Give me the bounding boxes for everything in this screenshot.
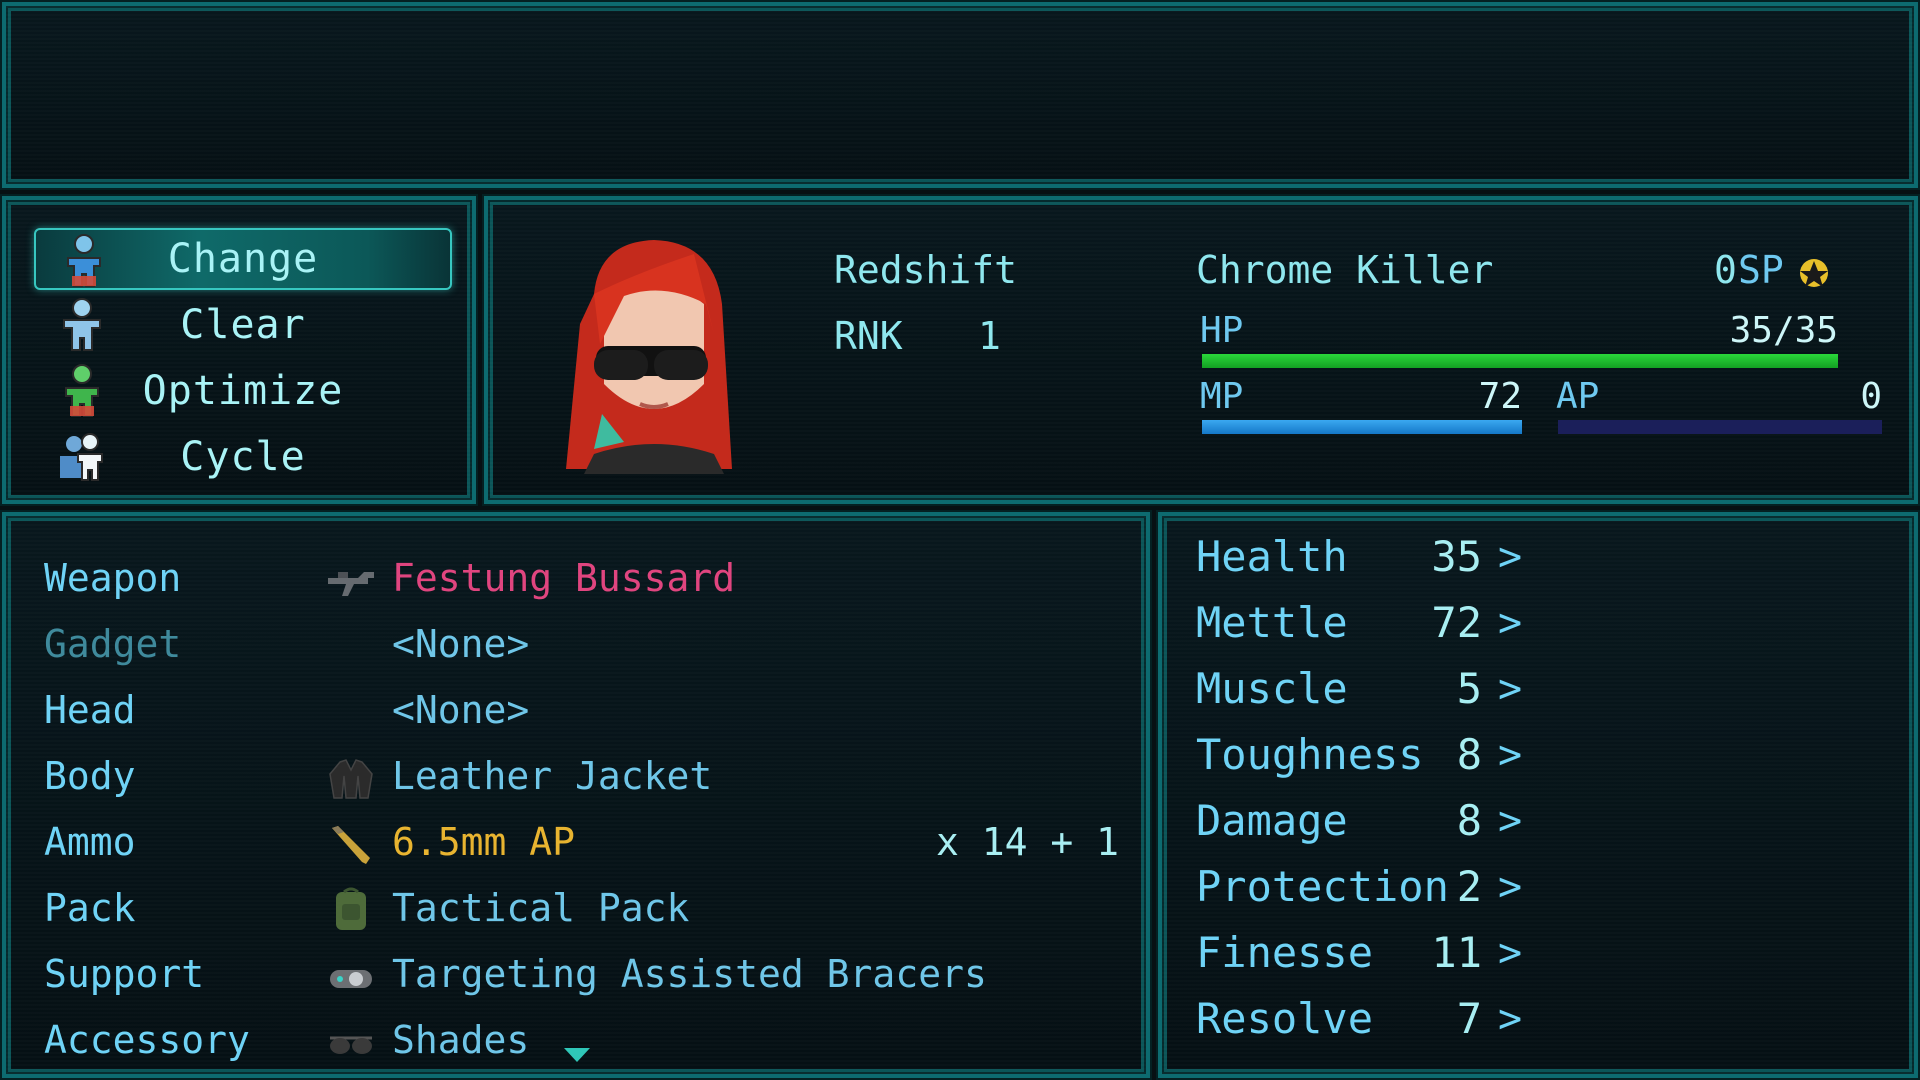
item-name: Targeting Assisted Bracers [392,952,987,996]
actor-portrait [566,240,732,474]
slot-name: Pack [44,886,136,930]
figure-change-icon [67,234,101,287]
item-name: Festung Bussard [392,556,736,600]
item-name: <None> [392,622,530,666]
slot-name: Weapon [44,556,182,600]
parameter-arrow: > [1498,732,1523,778]
figure-cycle-icon [60,433,103,481]
parameter-name: Health [1196,532,1348,581]
parameter-arrow: > [1498,864,1523,910]
parameter-name: Muscle [1196,664,1348,713]
item-name: 6.5mm AP [392,820,576,864]
ap-gauge [1558,420,1882,434]
mp-gauge-fill [1202,420,1522,434]
parameter-value: 8 [1456,796,1482,845]
sp-label: SP [1738,248,1784,292]
mp-label: MP [1200,376,1244,417]
command-change[interactable]: Change [34,228,452,290]
parameter-value: 8 [1456,730,1482,779]
scroll-down-arrow-icon[interactable] [562,1046,592,1064]
parameter-arrow: > [1498,600,1523,646]
parameter-name: Damage [1196,796,1348,845]
command-clear[interactable]: Clear [34,294,452,356]
slot-name: Body [44,754,136,798]
rifle-icon [328,572,374,596]
equipment-window: Weapon Festung Bussard Gadget <None> Hea… [2,512,1150,1078]
command-cycle[interactable]: Cycle [34,426,452,488]
slot-name: Gadget [44,622,182,666]
slot-name: Head [44,688,136,732]
parameter-name: Resolve [1196,994,1374,1043]
slot-name: Accessory [44,1018,250,1062]
parameter-value: 2 [1456,862,1482,911]
item-name: Leather Jacket [392,754,713,798]
help-window [2,2,1918,188]
parameter-arrow: > [1498,798,1523,844]
parameter-name: Finesse [1196,928,1374,977]
item-name: Shades [392,1018,530,1062]
parameter-value: 35 [1431,532,1482,581]
actor-name: Redshift [834,248,1018,292]
slot-name: Ammo [44,820,136,864]
parameter-value: 11 [1431,928,1482,977]
command-optimize[interactable]: Optimize [34,360,452,422]
item-name: Tactical Pack [392,886,690,930]
parameter-arrow: > [1498,930,1523,976]
jacket-icon [329,759,373,799]
skill-point-icon [1800,259,1828,287]
ap-value: 0 [1860,376,1882,417]
backpack-icon [336,887,366,930]
hp-gauge [1202,354,1838,368]
slot-name: Support [44,952,205,996]
rank-label: RNK [834,314,903,358]
command-label: Cycle [180,434,306,480]
parameter-arrow: > [1498,534,1523,580]
parameter-value: 5 [1456,664,1482,713]
sp-value: 0 [1714,248,1737,292]
parameter-value: 72 [1431,598,1482,647]
parameter-name: Mettle [1196,598,1348,647]
item-name: <None> [392,688,530,732]
parameter-arrow: > [1498,996,1523,1042]
parameter-arrow: > [1498,666,1523,712]
figure-optimize-icon [65,364,99,417]
bracer-icon [330,970,372,988]
mp-gauge [1202,420,1522,434]
hp-gauge-fill [1202,354,1838,368]
figure-clear-icon [63,298,101,351]
command-label: Change [167,236,319,282]
parameters-window: Health 35 > Mettle 72 > Muscle 5 > Toughness 8 > Dam… [1158,512,1918,1078]
command-window: Change Clear Optimize Cycle [2,196,476,504]
command-label: Optimize [142,368,344,414]
hp-label: HP [1200,310,1244,351]
bullet-icon [332,826,370,864]
shades-icon [330,1036,372,1054]
command-label: Clear [180,302,306,348]
ammo-quantity: x 14 + 1 [936,820,1120,864]
status-window: Redshift RNK 1 Chrome Killer 0 SP HP 35/… [484,196,1918,504]
hp-value: 35/35 [1729,310,1838,351]
rank-value: 1 [978,314,1001,358]
mp-value: 72 [1478,376,1522,417]
actor-class: Chrome Killer [1196,248,1494,292]
ap-label: AP [1556,376,1600,417]
parameter-value: 7 [1456,994,1482,1043]
